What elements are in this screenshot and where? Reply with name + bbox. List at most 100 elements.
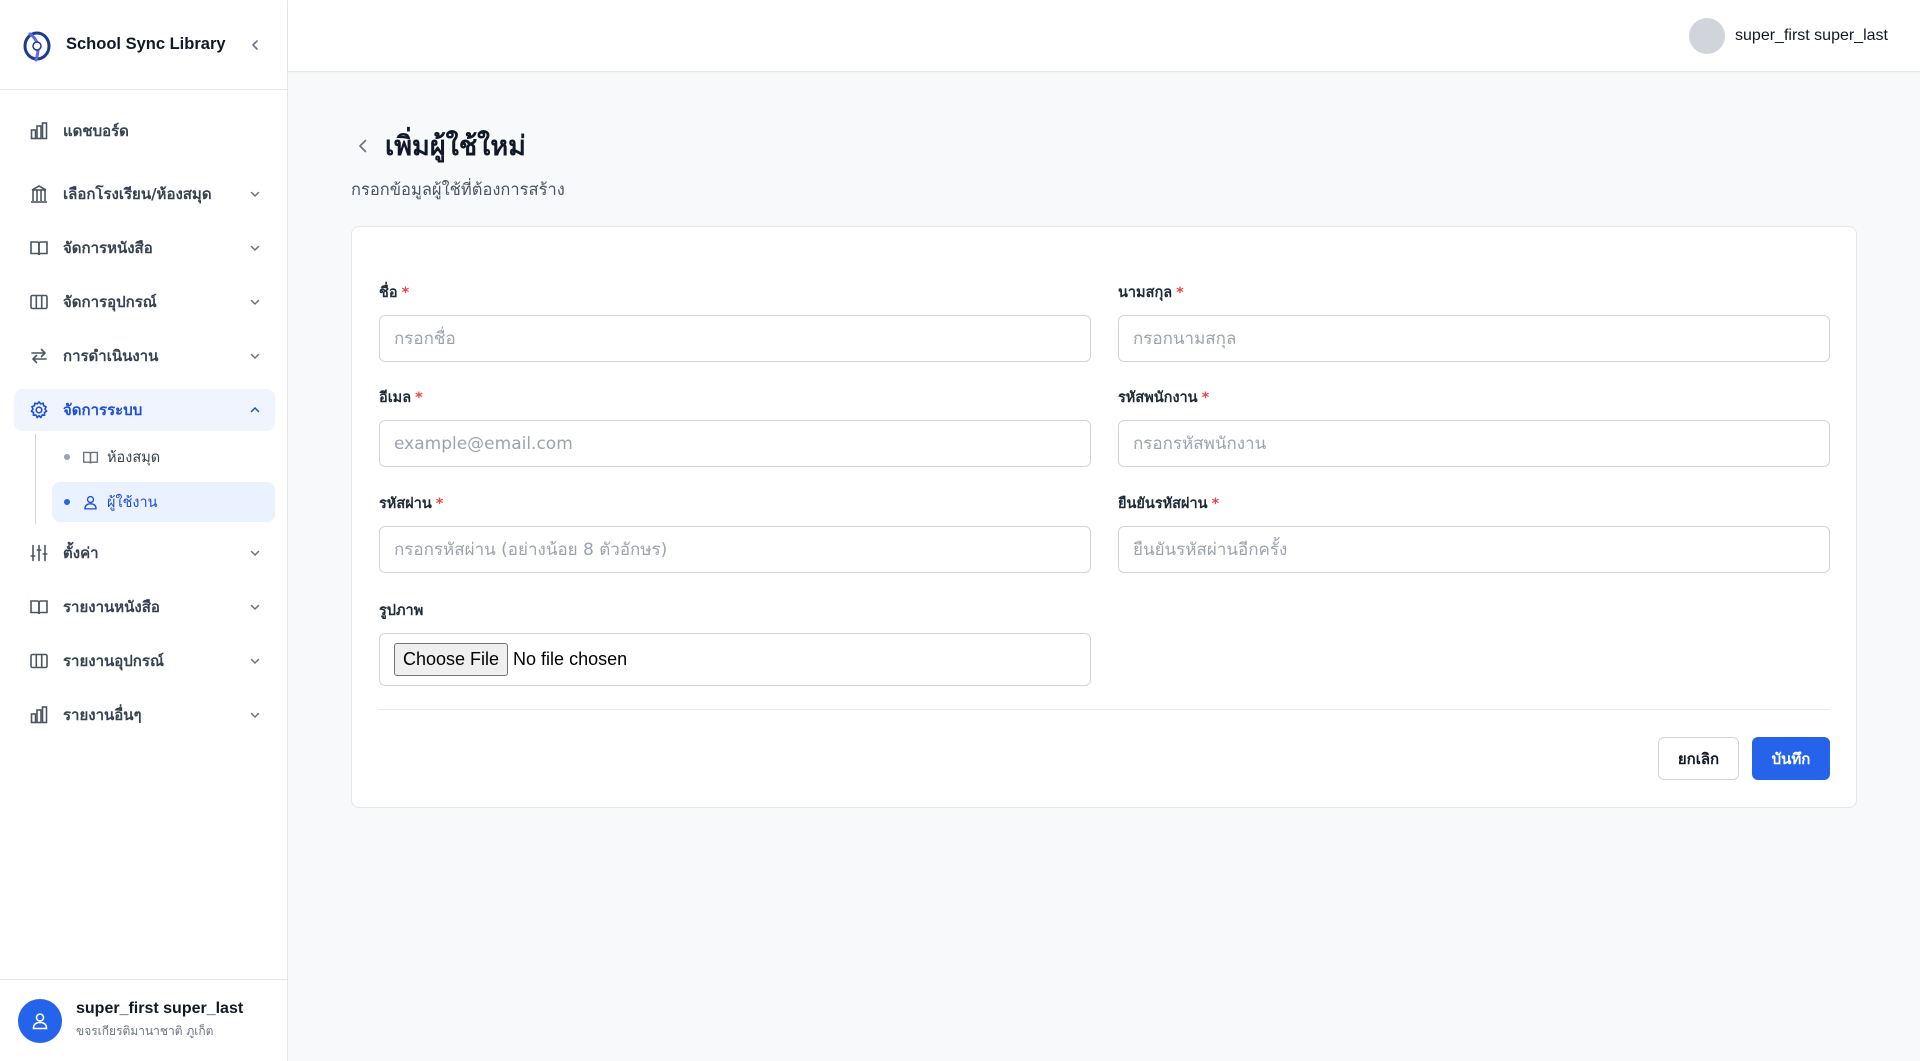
- chevron-down-icon: [247, 545, 263, 561]
- required-mark: *: [1176, 285, 1184, 301]
- submenu-guide-line: [35, 434, 36, 524]
- nav-book-reports-label: รายงานหนังสือ: [63, 598, 160, 616]
- required-mark: *: [401, 285, 410, 301]
- page-header: เพิ่มผู้ใช้ใหม่ กรอกข้อมูลผู้ใช้ที่ต้องก…: [351, 124, 565, 203]
- confirm-password-input[interactable]: [1118, 526, 1830, 573]
- first-name-input[interactable]: [379, 315, 1091, 362]
- app-logo-icon: [23, 31, 51, 61]
- book-open-icon: [28, 596, 50, 618]
- required-mark: *: [415, 390, 423, 406]
- sidebar-user-footer[interactable]: super_first super_last ขจรเกียรติมานาชาต…: [0, 979, 288, 1061]
- sidebar: School Sync Library แดชบอร์ด เลือกโรงเรี…: [0, 0, 288, 1061]
- save-button[interactable]: บันทึก: [1752, 737, 1830, 780]
- chevron-up-icon: [247, 402, 263, 418]
- sidebar-header: School Sync Library: [0, 0, 287, 90]
- choose-file-button[interactable]: Choose File: [394, 643, 509, 676]
- bullet-dot: [64, 499, 70, 505]
- nav-system-management-label: จัดการระบบ: [63, 401, 143, 419]
- sub-item-library[interactable]: ห้องสมุด: [52, 437, 275, 477]
- sub-item-users-label: ผู้ใช้งาน: [107, 494, 158, 511]
- user-name: super_first super_last: [1735, 27, 1888, 44]
- nav-operations-label: การดำเนินงาน: [63, 347, 159, 365]
- nav-manage-equipment-label: จัดการอุปกรณ์: [63, 293, 157, 311]
- nav-manage-books[interactable]: จัดการหนังสือ: [14, 227, 275, 269]
- bar-chart-icon: [28, 120, 50, 142]
- back-button[interactable]: [351, 134, 375, 158]
- file-status-text: No file chosen: [513, 649, 628, 669]
- employee-id-input[interactable]: [1118, 420, 1830, 467]
- footer-user-name: super_first super_last: [76, 1000, 244, 1017]
- chevron-down-icon: [247, 294, 263, 310]
- email-field: อีเมล *: [379, 386, 1091, 467]
- nav-settings[interactable]: ตั้งค่า: [14, 532, 275, 574]
- chevron-down-icon: [247, 186, 263, 202]
- nav-settings-label: ตั้งค่า: [63, 544, 99, 562]
- required-mark: *: [1201, 390, 1210, 406]
- cancel-button[interactable]: ยกเลิก: [1658, 737, 1739, 780]
- user-icon: [81, 493, 99, 511]
- nav-dashboard[interactable]: แดชบอร์ด: [14, 110, 275, 152]
- footer-school-name: ขจรเกียรติมานาชาติ ภูเก็ต: [76, 1024, 214, 1038]
- image-field: รูปภาพ Choose File No file chosen: [379, 599, 1091, 686]
- arrows-swap-icon: [28, 345, 50, 367]
- sub-item-users[interactable]: ผู้ใช้งาน: [52, 482, 275, 522]
- chevron-left-icon: [252, 39, 258, 50]
- library-icon: [28, 183, 50, 205]
- book-open-icon: [28, 237, 50, 259]
- nav-other-reports-label: รายงานอื่นๆ: [63, 706, 142, 724]
- user-menu[interactable]: super_first super_last: [1689, 18, 1888, 54]
- required-mark: *: [1211, 496, 1220, 512]
- required-mark: *: [435, 496, 444, 512]
- email-label: อีเมล *: [379, 390, 423, 406]
- chevron-down-icon: [247, 240, 263, 256]
- avatar: [1689, 18, 1726, 54]
- last-name-input[interactable]: [1118, 315, 1830, 362]
- nav-system-management[interactable]: จัดการระบบ: [14, 389, 275, 431]
- first-name-field: ชื่อ *: [379, 281, 1091, 362]
- confirm-password-label: ยืนยันรหัสผ่าน *: [1118, 496, 1220, 512]
- password-input[interactable]: [379, 526, 1091, 573]
- confirm-password-field: ยืนยันรหัสผ่าน *: [1118, 492, 1830, 573]
- nav-select-school-label: เลือกโรงเรียน/ห้องสมุด: [63, 185, 212, 203]
- gear-icon: [28, 399, 50, 421]
- nav-dashboard-label: แดชบอร์ด: [63, 122, 129, 140]
- app-name: School Sync Library: [66, 35, 226, 53]
- last-name-label: นามสกุล *: [1118, 285, 1184, 301]
- chevron-down-icon: [247, 707, 263, 723]
- chevron-left-icon: [359, 139, 367, 152]
- email-input[interactable]: [379, 420, 1091, 467]
- first-name-label: ชื่อ *: [379, 285, 410, 301]
- password-field: รหัสผ่าน *: [379, 492, 1091, 573]
- nav-book-reports[interactable]: รายงานหนังสือ: [14, 586, 275, 628]
- avatar: [18, 998, 62, 1043]
- book-open-icon: [81, 448, 99, 466]
- page-title: เพิ่มผู้ใช้ใหม่: [385, 131, 526, 162]
- user-form-card: ชื่อ* นามสกุล* อีเมล* รหัสพนักงาน* รหัสผ…: [351, 226, 1857, 808]
- nav-manage-books-label: จัดการหนังสือ: [63, 239, 153, 257]
- columns-icon: [28, 650, 50, 672]
- sub-item-library-label: ห้องสมุด: [107, 449, 161, 466]
- user-icon: [32, 1012, 48, 1029]
- nav-manage-equipment[interactable]: จัดการอุปกรณ์: [14, 281, 275, 323]
- password-label: รหัสผ่าน *: [379, 496, 444, 512]
- nav-operations[interactable]: การดำเนินงาน: [14, 335, 275, 377]
- page-subtitle: กรอกข้อมูลผู้ใช้ที่ต้องการสร้าง: [351, 180, 565, 199]
- employee-id-field: รหัสพนักงาน *: [1118, 386, 1830, 467]
- image-file-input[interactable]: Choose File No file chosen: [379, 633, 1091, 686]
- chevron-down-icon: [247, 348, 263, 364]
- bullet-dot: [64, 454, 70, 460]
- collapse-sidebar-button[interactable]: [245, 35, 265, 55]
- chevron-down-icon: [247, 599, 263, 615]
- topbar: super_first super_last: [288, 0, 1920, 72]
- employee-id-label: รหัสพนักงาน *: [1118, 390, 1210, 406]
- nav-equipment-reports-label: รายงานอุปกรณ์: [63, 652, 164, 670]
- nav-other-reports[interactable]: รายงานอื่นๆ: [14, 694, 275, 736]
- nav-select-school[interactable]: เลือกโรงเรียน/ห้องสมุด: [14, 173, 275, 215]
- form-divider: [379, 709, 1829, 710]
- bar-chart-icon: [28, 704, 50, 726]
- chevron-down-icon: [247, 653, 263, 669]
- image-label: รูปภาพ: [379, 603, 424, 619]
- sliders-icon: [28, 542, 50, 564]
- columns-icon: [28, 291, 50, 313]
- nav-equipment-reports[interactable]: รายงานอุปกรณ์: [14, 640, 275, 682]
